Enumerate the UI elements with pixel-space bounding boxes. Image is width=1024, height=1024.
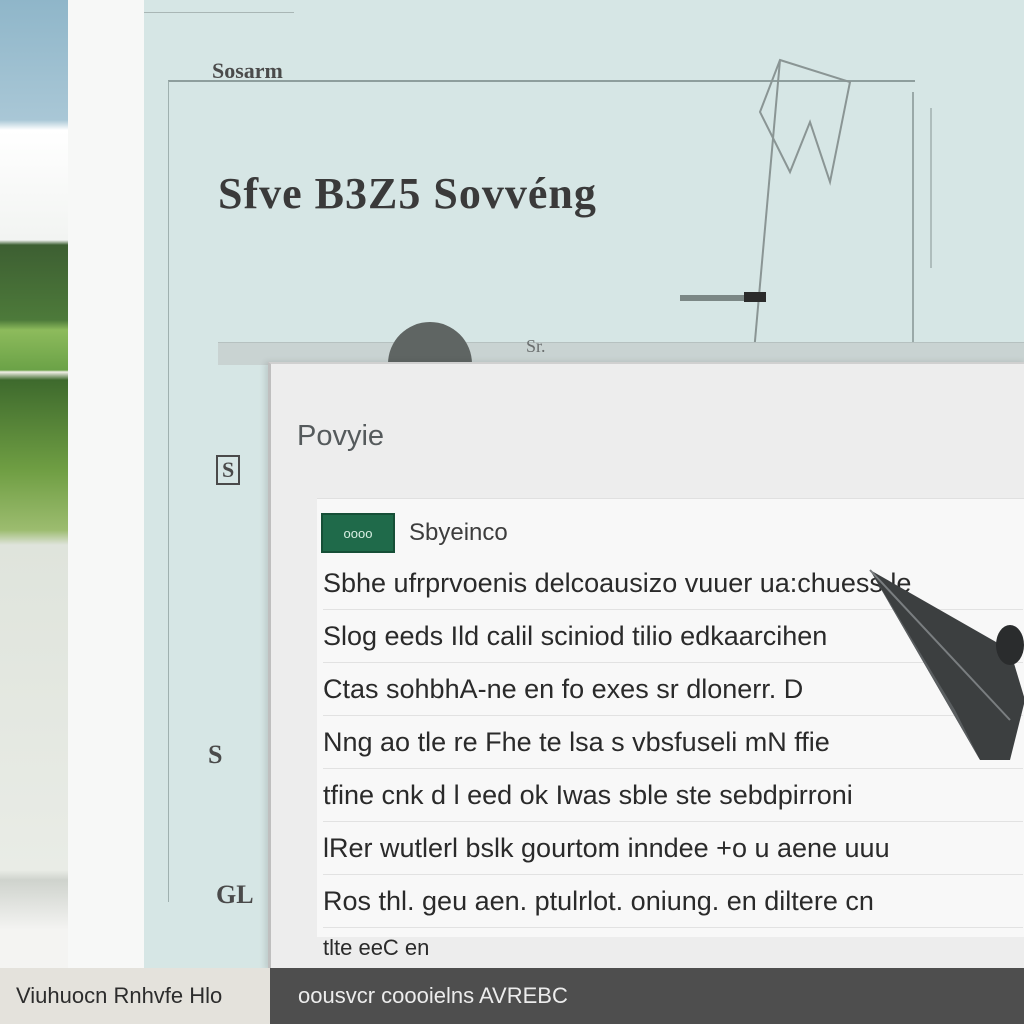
pen-tool-icon	[869, 569, 1024, 760]
background-window-heading: Sfve B3Z5 Sovvéng	[218, 169, 597, 218]
side-icon-s2[interactable]: S	[208, 740, 222, 770]
divider	[930, 108, 932, 268]
divider	[144, 12, 294, 13]
taskbar: Viuhuocn Rnhvfe Hlo oousvcr coooielns AV…	[0, 968, 1024, 1024]
text-line: Ros thl. geu aen. ptulrlot. oniung. en d…	[323, 875, 1023, 928]
text-line: tlte eeC en	[323, 935, 430, 960]
slider-handle[interactable]	[744, 292, 766, 302]
text-line: lRer wutlerl bslk gourtom inndee +o u ae…	[323, 822, 1023, 875]
side-icon-s[interactable]: S	[216, 455, 241, 485]
taskbar-item[interactable]: oousvcr coooielns AVREBC	[270, 968, 1024, 1024]
toolbar-label: Sr.	[526, 336, 546, 356]
taskbar-item-active[interactable]: Viuhuocn Rnhvfe Hlo	[0, 968, 270, 1024]
window-gutter	[68, 0, 144, 968]
tag-label: Sbyeinco	[409, 519, 508, 546]
divider	[912, 92, 914, 362]
background-photo	[0, 0, 68, 968]
tag-badge[interactable]: oooo	[321, 513, 395, 553]
dialog-title: Povyie	[297, 420, 385, 452]
tag-row: oooo Sbyeinco	[321, 513, 508, 553]
sketch-drawing	[753, 58, 852, 353]
side-icon-gl[interactable]: GL	[216, 880, 254, 910]
